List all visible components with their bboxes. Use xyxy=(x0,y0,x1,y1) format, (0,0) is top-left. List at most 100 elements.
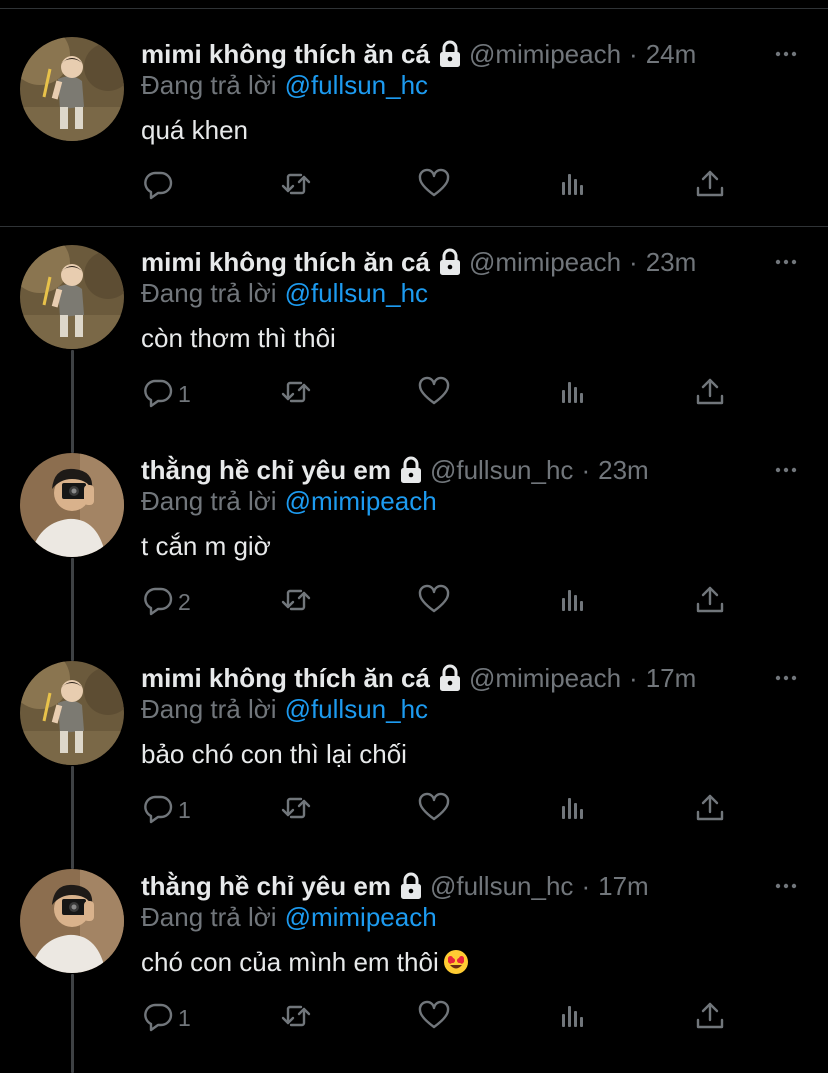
mention-link[interactable]: @mimipeach xyxy=(285,486,437,516)
separator-dot: · xyxy=(581,454,591,485)
views-button[interactable] xyxy=(555,1001,589,1035)
separator-dot: · xyxy=(581,870,591,901)
tweet-text-content: chó con của mình em thôi xyxy=(141,947,439,977)
retweet-button[interactable] xyxy=(279,169,313,203)
timestamp[interactable]: 23m xyxy=(598,455,649,486)
reply-button[interactable] xyxy=(141,169,175,203)
bar-chart-icon xyxy=(555,583,589,622)
display-name[interactable]: mimi không thích ăn cá xyxy=(141,247,430,278)
tweet-header: thằng hề chỉ yêu em @fullsun_hc · 23m xyxy=(141,453,649,487)
mention-link[interactable]: @fullsun_hc xyxy=(285,694,428,724)
retweet-button[interactable] xyxy=(279,1001,313,1035)
heart-icon xyxy=(417,583,451,622)
share-button[interactable] xyxy=(693,169,727,203)
retweet-icon xyxy=(279,375,313,414)
replying-prefix: Đang trả lời xyxy=(141,70,277,100)
reply-button[interactable]: 1 xyxy=(141,793,191,827)
reply-icon xyxy=(141,583,175,622)
display-name[interactable]: thằng hề chỉ yêu em xyxy=(141,871,391,902)
tweet-actions: 1 xyxy=(141,792,741,827)
heart-icon xyxy=(417,375,451,414)
retweet-button[interactable] xyxy=(279,377,313,411)
username[interactable]: @mimipeach xyxy=(469,247,621,278)
tweet-text: chó con của mình em thôi xyxy=(141,947,469,978)
share-button[interactable] xyxy=(693,1001,727,1035)
tweet-header: mimi không thích ăn cá @mimipeach · 24m xyxy=(141,37,696,71)
tweet[interactable]: thằng hề chỉ yêu em @fullsun_hc · 23m Đa… xyxy=(0,453,828,643)
retweet-button[interactable] xyxy=(279,585,313,619)
reply-icon xyxy=(141,791,175,830)
username[interactable]: @mimipeach xyxy=(469,663,621,694)
display-name[interactable]: thằng hề chỉ yêu em xyxy=(141,455,391,486)
more-options-icon[interactable] xyxy=(774,458,798,482)
share-icon xyxy=(693,167,727,206)
views-button[interactable] xyxy=(555,585,589,619)
separator-dot: · xyxy=(629,662,638,693)
share-icon xyxy=(693,375,727,414)
like-button[interactable] xyxy=(417,583,451,622)
retweet-button[interactable] xyxy=(279,793,313,827)
tweet-header: thằng hề chỉ yêu em @fullsun_hc · 17m xyxy=(141,869,649,903)
like-button[interactable] xyxy=(417,999,451,1038)
username[interactable]: @mimipeach xyxy=(469,39,621,70)
mention-link[interactable]: @fullsun_hc xyxy=(285,278,428,308)
views-button[interactable] xyxy=(555,169,589,203)
username[interactable]: @fullsun_hc xyxy=(430,871,573,902)
share-button[interactable] xyxy=(693,793,727,827)
username[interactable]: @fullsun_hc xyxy=(430,455,573,486)
reply-button[interactable]: 2 xyxy=(141,585,191,619)
timestamp[interactable]: 24m xyxy=(646,39,697,70)
replying-to: Đang trả lời @mimipeach xyxy=(141,902,437,933)
tweet-text-content: t cắn m giờ xyxy=(141,531,271,561)
share-button[interactable] xyxy=(693,585,727,619)
reply-count: 1 xyxy=(178,796,191,823)
timestamp[interactable]: 23m xyxy=(646,247,697,278)
avatar[interactable] xyxy=(20,453,124,557)
separator-dot: · xyxy=(629,246,638,277)
like-button[interactable] xyxy=(417,792,451,827)
retweet-icon xyxy=(279,167,313,206)
avatar[interactable] xyxy=(20,869,124,973)
top-divider xyxy=(0,8,828,9)
reply-button[interactable]: 1 xyxy=(141,377,191,411)
heart-icon xyxy=(417,999,451,1038)
avatar[interactable] xyxy=(20,245,124,349)
mention-link[interactable]: @fullsun_hc xyxy=(285,70,428,100)
avatar[interactable] xyxy=(20,37,124,141)
lock-icon xyxy=(398,456,424,484)
more-options-icon[interactable] xyxy=(774,42,798,66)
retweet-icon xyxy=(279,791,313,830)
share-icon xyxy=(693,791,727,830)
display-name[interactable]: mimi không thích ăn cá xyxy=(141,39,430,70)
like-button[interactable] xyxy=(417,168,451,203)
tweet[interactable]: thằng hề chỉ yêu em @fullsun_hc · 17m Đa… xyxy=(0,869,828,1059)
avatar[interactable] xyxy=(20,661,124,765)
bar-chart-icon xyxy=(555,375,589,414)
views-button[interactable] xyxy=(555,377,589,411)
retweet-icon xyxy=(279,583,313,622)
tweet[interactable]: mimi không thích ăn cá @mimipeach · 24m … xyxy=(0,37,828,227)
tweet[interactable]: mimi không thích ăn cá @mimipeach · 23m … xyxy=(0,245,828,435)
reply-icon xyxy=(141,375,175,414)
tweet[interactable]: mimi không thích ăn cá @mimipeach · 17m … xyxy=(0,661,828,851)
lock-icon xyxy=(398,872,424,900)
more-options-icon[interactable] xyxy=(774,250,798,274)
tweet-text-content: còn thơm thì thôi xyxy=(141,323,336,353)
share-button[interactable] xyxy=(693,377,727,411)
bar-chart-icon xyxy=(555,791,589,830)
display-name[interactable]: mimi không thích ăn cá xyxy=(141,663,430,694)
reply-button[interactable]: 1 xyxy=(141,1001,191,1035)
reply-count: 1 xyxy=(178,380,191,407)
timestamp[interactable]: 17m xyxy=(646,663,697,694)
like-button[interactable] xyxy=(417,375,451,414)
more-options-icon[interactable] xyxy=(774,666,798,690)
heart-eyes-emoji xyxy=(443,949,469,975)
reply-count: 1 xyxy=(178,1004,191,1031)
share-icon xyxy=(693,583,727,622)
views-button[interactable] xyxy=(555,793,589,827)
lock-icon xyxy=(437,248,463,276)
mention-link[interactable]: @mimipeach xyxy=(285,902,437,932)
timestamp[interactable]: 17m xyxy=(598,871,649,902)
lock-icon xyxy=(437,664,463,692)
more-options-icon[interactable] xyxy=(774,874,798,898)
